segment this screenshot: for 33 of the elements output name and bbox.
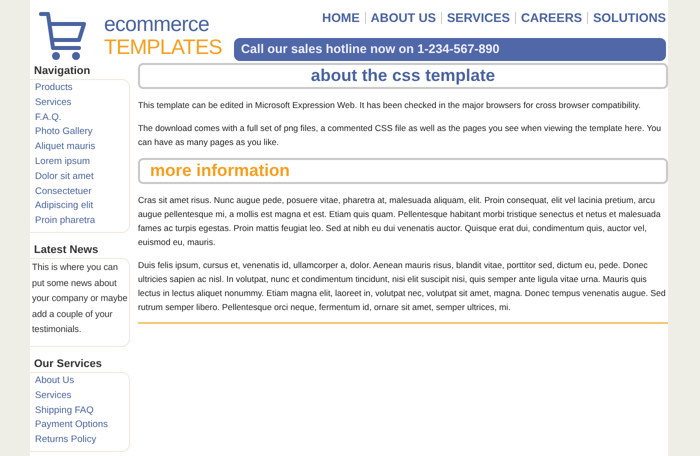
logo-text: ecommerce [104,14,210,36]
sidebar-link[interactable]: F.A.Q. [35,110,62,126]
sidebar-heading: Our Services [33,356,103,372]
sidebar-link[interactable]: Shipping FAQ [35,404,94,418]
sidebar-link[interactable]: Photo Gallery [35,125,93,140]
section-heading: about the css template [138,63,668,89]
sidebar-link[interactable]: Adipiscing elit [35,199,94,214]
sidebar-link[interactable]: Dolor sit amet [35,170,94,185]
news-text: This is where you can put some news about your company or maybe add a couple of your testimonials. [32,260,128,336]
hotline-banner: Call our sales hotline now on 1-234-567-890 [234,38,666,61]
sidebar-link[interactable]: About Us [35,374,74,389]
sidebar-link[interactable]: Products [35,81,72,96]
sidebar-link[interactable]: Payment Options [35,418,108,434]
body-text: Duis felis ipsum, cursus et, venenatis id, ullamcorper a, dolor. Aenean mauris risus, blandit vitae, porttitor sed, dictum eu, pede. Donec ultricies sapien ac nisl. In volutpat, nunc et condimentum tincidunt, nisi elit suscipit nisi, quis semper ante ligula vitae urna. Mauris quis lectus in lectus aliquet nonummy. Etiam magna elit, laoreet in, volutpat nec, volutpat sit amet, magna. Donec tempus venenatis augue. Sed rutrum semper libero. Pellentesque orci neque, fermentum id, ornare sit amet, semper ultrices, mi. [138,259,667,314]
sidebar-link[interactable]: Returns Policy [35,433,96,448]
nav-link[interactable]: CAREERS [520,11,582,25]
nav-link[interactable]: SERVICES [446,11,510,25]
body-text: This template can be edited in Microsoft Expression Web. It has been checked in the major browsers for cross browser compatibility. [138,99,642,112]
logo-text: TEMPLATES [104,36,222,60]
sidebar-link[interactable]: Lorem ipsum [35,154,90,170]
sidebar-link[interactable]: Services [35,388,72,404]
section-heading: more information [138,158,668,184]
sidebar-link[interactable]: Services [35,96,72,111]
sidebar-link[interactable]: Consectetuer [35,184,92,200]
sidebar-link[interactable]: Aliquet mauris [35,140,96,155]
sidebar-heading: Navigation [33,64,92,79]
nav-link[interactable]: ABOUT US [370,11,436,25]
nav-link[interactable]: HOME [322,11,360,25]
body-text: The download comes with a full set of png files, a commented CSS file as well as the pages you see when viewing the template here. You can have as many pages as you like. [138,122,662,149]
sidebar-heading: Latest News [33,242,100,258]
sidebar-link[interactable]: Proin pharetra [35,214,96,229]
body-text: Cras sit amet risus. Nunc augue pede, posuere vitae, pharetra at, malesuada aliquam, elit. Proin consequat, elit vel lacinia pretium, arcu augue pellentesque mi, a mollis est magna et est. Etiam quis quam. Pellentesque habitant morbi tristique senectus et netus et malesuada fames ac turpis egestas. Proin mattis feugiat leo. Sed at nibh eu dui venenatis auctor. Quisque erat dui, condimentum quis, auctor vel, euismod eu, mauris. [138,194,662,249]
nav-link[interactable]: SOLUTIONS [593,11,666,25]
